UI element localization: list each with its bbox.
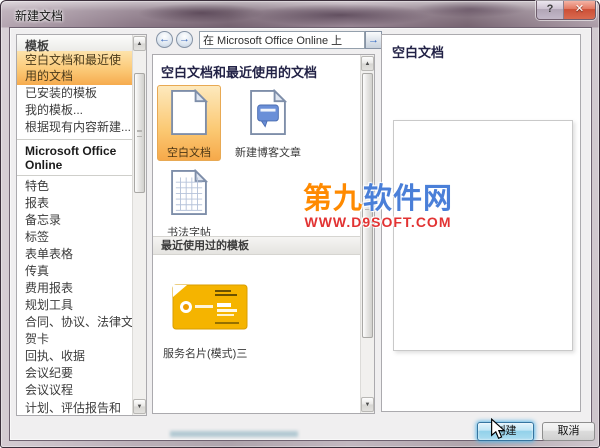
sidebar-item-meeting-minutes[interactable]: 会议纪要 — [17, 365, 132, 382]
sidebar-item-new-from-existing[interactable]: 根据现有内容新建... — [17, 119, 132, 136]
grid-page-icon — [171, 168, 209, 216]
recent-templates-header: 最近使用过的模板 — [153, 236, 360, 255]
sidebar-item-planners[interactable]: 规划工具 — [17, 297, 132, 314]
sidebar-item-agendas[interactable]: 会议议程 — [17, 382, 132, 399]
blog-post-icon — [250, 88, 288, 136]
create-button[interactable]: 创建 — [477, 422, 534, 441]
sidebar-item-plans-reports[interactable]: 计划、评估报告和管理方案 — [17, 399, 132, 415]
sidebar-item-featured[interactable]: 特色 — [17, 178, 132, 195]
template-tile-blank-document[interactable]: 空白文档 — [157, 85, 221, 161]
caption-buttons: ? ✕ — [536, 1, 596, 20]
sidebar-item-contracts[interactable]: 合同、协议、法律文... — [17, 314, 132, 331]
template-gallery: 空白文档和最近使用的文档 空白文档 新建博客文章 书法字帖 最近使用过的模板 服… — [153, 55, 360, 413]
watermark-smudge — [170, 431, 298, 437]
scroll-down-icon[interactable]: ▼ — [133, 399, 146, 414]
new-document-dialog: 新建文档 ? ✕ 模板 空白文档和最近使用的文档 已安装的模板 我的模板... … — [0, 0, 600, 448]
template-tile-new-blog-post[interactable]: 新建博客文章 — [229, 85, 307, 160]
template-category-panel: 模板 空白文档和最近使用的文档 已安装的模板 我的模板... 根据现有内容新建.… — [16, 34, 147, 416]
gallery-scroll-thumb[interactable] — [362, 73, 373, 338]
sidebar-scroll-thumb[interactable] — [134, 73, 145, 193]
gallery-scrollbar[interactable]: ▲ ▼ — [360, 55, 374, 413]
cancel-button[interactable]: 取消 — [542, 422, 595, 441]
back-arrow-icon[interactable]: ← — [156, 31, 173, 48]
forward-arrow-icon[interactable]: → — [176, 31, 193, 48]
sidebar-item-my-templates[interactable]: 我的模板... — [17, 102, 132, 119]
sidebar-item-receipts[interactable]: 回执、收据 — [17, 348, 132, 365]
template-category-list: 模板 空白文档和最近使用的文档 已安装的模板 我的模板... 根据现有内容新建.… — [17, 35, 132, 415]
search-office-online-input[interactable] — [199, 31, 365, 49]
sidebar-header: 模板 — [17, 35, 132, 53]
yellow-tag-icon — [172, 284, 248, 330]
scroll-up-icon[interactable]: ▲ — [133, 36, 146, 51]
gallery-section-title: 空白文档和最近使用的文档 — [161, 65, 318, 80]
template-tile-label: 新建博客文章 — [235, 147, 301, 159]
help-button[interactable]: ? — [537, 1, 564, 19]
template-gallery-panel: 空白文档和最近使用的文档 空白文档 新建博客文章 书法字帖 最近使用过的模板 服… — [152, 54, 375, 414]
sidebar-scrollbar[interactable]: ▲ ▼ — [132, 35, 146, 415]
sidebar-item-forms[interactable]: 表单表格 — [17, 246, 132, 263]
sidebar-item-labels[interactable]: 标签 — [17, 229, 132, 246]
blank-page-preview — [393, 120, 573, 351]
preview-title: 空白文档 — [392, 45, 445, 60]
sidebar-item-fax[interactable]: 传真 — [17, 263, 132, 280]
sidebar-item-expense-reports[interactable]: 费用报表 — [17, 280, 132, 297]
sidebar-item-greeting-cards[interactable]: 贺卡 — [17, 331, 132, 348]
search-go-icon[interactable]: → — [365, 31, 382, 49]
sidebar-item-memos[interactable]: 备忘录 — [17, 212, 132, 229]
template-tile-label: 空白文档 — [167, 147, 211, 159]
scroll-down-icon[interactable]: ▼ — [361, 397, 374, 412]
dialog-title: 新建文档 — [15, 9, 64, 23]
recent-template-label: 服务名片(模式)三 — [163, 348, 248, 360]
sidebar-item-installed[interactable]: 已安装的模板 — [17, 85, 132, 102]
blank-page-icon — [171, 88, 209, 136]
template-tile-business-card[interactable] — [171, 281, 249, 338]
sidebar-section-office-online: Microsoft Office Online — [17, 139, 132, 176]
sidebar-item-blank-recent[interactable]: 空白文档和最近使用的文档 — [17, 51, 132, 85]
scroll-up-icon[interactable]: ▲ — [361, 56, 374, 71]
preview-panel: 空白文档 — [381, 34, 581, 412]
sidebar-item-reports[interactable]: 报表 — [17, 195, 132, 212]
close-button[interactable]: ✕ — [564, 1, 595, 19]
template-tile-calligraphy[interactable]: 书法字帖 — [157, 165, 221, 240]
dialog-client-area: 模板 空白文档和最近使用的文档 已安装的模板 我的模板... 根据现有内容新建.… — [9, 27, 595, 441]
